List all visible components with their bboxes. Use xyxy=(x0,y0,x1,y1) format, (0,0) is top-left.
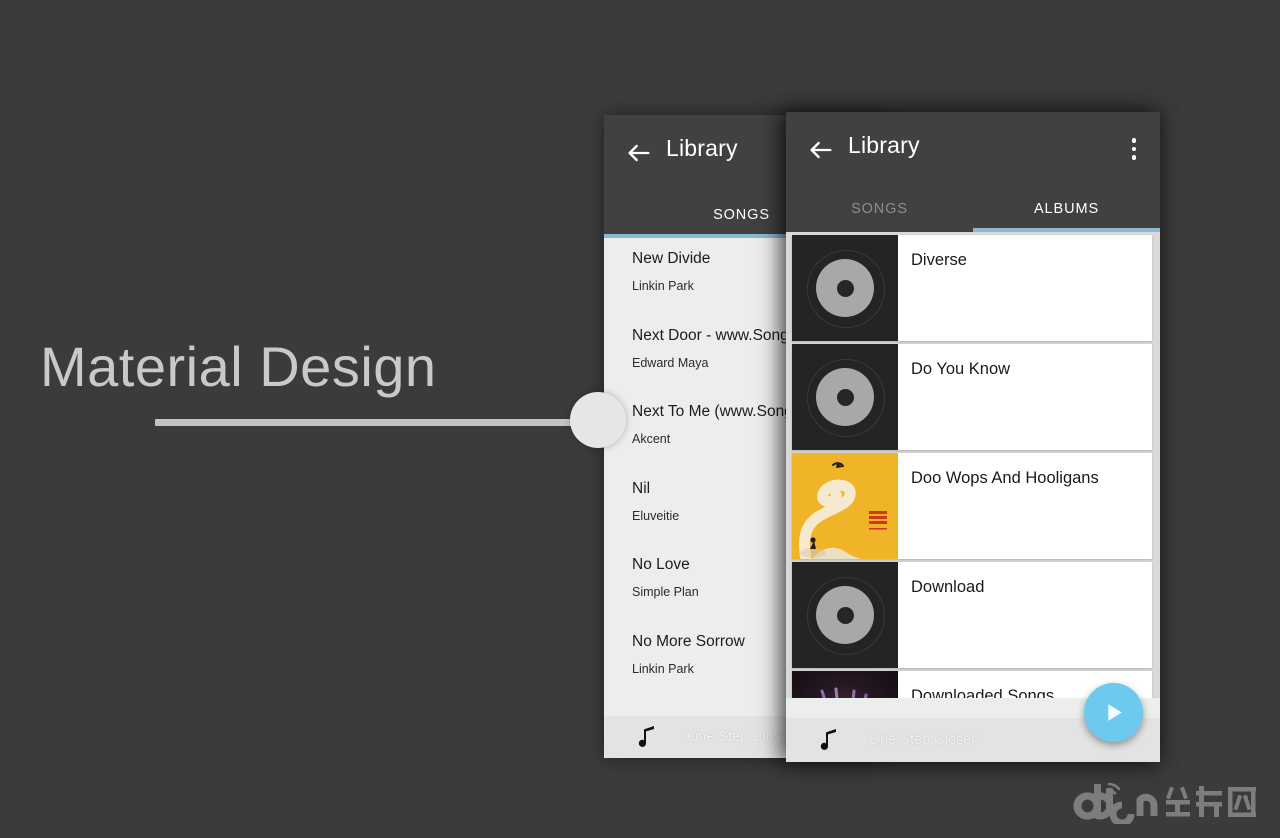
appbar-front-screen: Library xyxy=(786,112,1160,186)
material-design-slider-thumb[interactable] xyxy=(570,392,626,448)
tab-albums[interactable]: ALBUMS xyxy=(973,186,1160,232)
list-item[interactable]: Doo Wops And Hooligans xyxy=(792,453,1152,559)
album-meta: Do You Know xyxy=(898,344,1152,450)
list-item[interactable]: Diverse xyxy=(792,235,1152,341)
album-art-vinyl-icon xyxy=(792,344,898,450)
appbar-title: Library xyxy=(666,135,738,161)
album-meta: Diverse xyxy=(898,235,1152,341)
music-note-icon xyxy=(819,728,839,752)
album-title: Diverse xyxy=(911,251,967,269)
list-item[interactable]: Download xyxy=(792,562,1152,668)
album-art-vinyl-icon xyxy=(792,562,898,668)
album-title: Doo Wops And Hooligans xyxy=(911,469,1099,487)
album-title: Download xyxy=(911,578,985,596)
tab-songs[interactable]: SONGS xyxy=(786,186,973,232)
more-vertical-icon[interactable] xyxy=(1122,134,1146,164)
now-playing-title: One Step Closer xyxy=(869,732,977,748)
list-item[interactable]: Do You Know xyxy=(792,344,1152,450)
play-icon xyxy=(1108,704,1122,721)
arrow-back-icon[interactable] xyxy=(807,136,835,164)
music-note-icon xyxy=(637,725,657,749)
screenshot-stage: Material Design Library SONGS New Divide… xyxy=(0,0,1280,838)
play-fab-button[interactable] xyxy=(1084,683,1143,742)
album-art-vinyl-icon xyxy=(792,235,898,341)
album-art-doowops-cover xyxy=(792,453,898,559)
page-title: Material Design xyxy=(40,335,437,398)
library-screen-front: Library SONGS ALBUMS Diverse Do You Know… xyxy=(786,112,1160,762)
arrow-back-icon[interactable] xyxy=(625,139,653,167)
tabbar-front-screen: SONGS ALBUMS xyxy=(786,186,1160,232)
appbar-title: Library xyxy=(848,132,920,158)
album-list[interactable]: Diverse Do You Know Doo Wops And Hooliga… xyxy=(786,232,1160,698)
material-design-slider-track[interactable] xyxy=(155,419,595,426)
album-art-downloaded-cover: M S xyxy=(792,671,898,698)
now-playing-title: One Step Close xyxy=(687,729,790,745)
album-meta: Download xyxy=(898,562,1152,668)
album-meta: Doo Wops And Hooligans xyxy=(898,453,1152,559)
watermark-logo xyxy=(1062,780,1262,824)
album-title: Do You Know xyxy=(911,360,1011,378)
